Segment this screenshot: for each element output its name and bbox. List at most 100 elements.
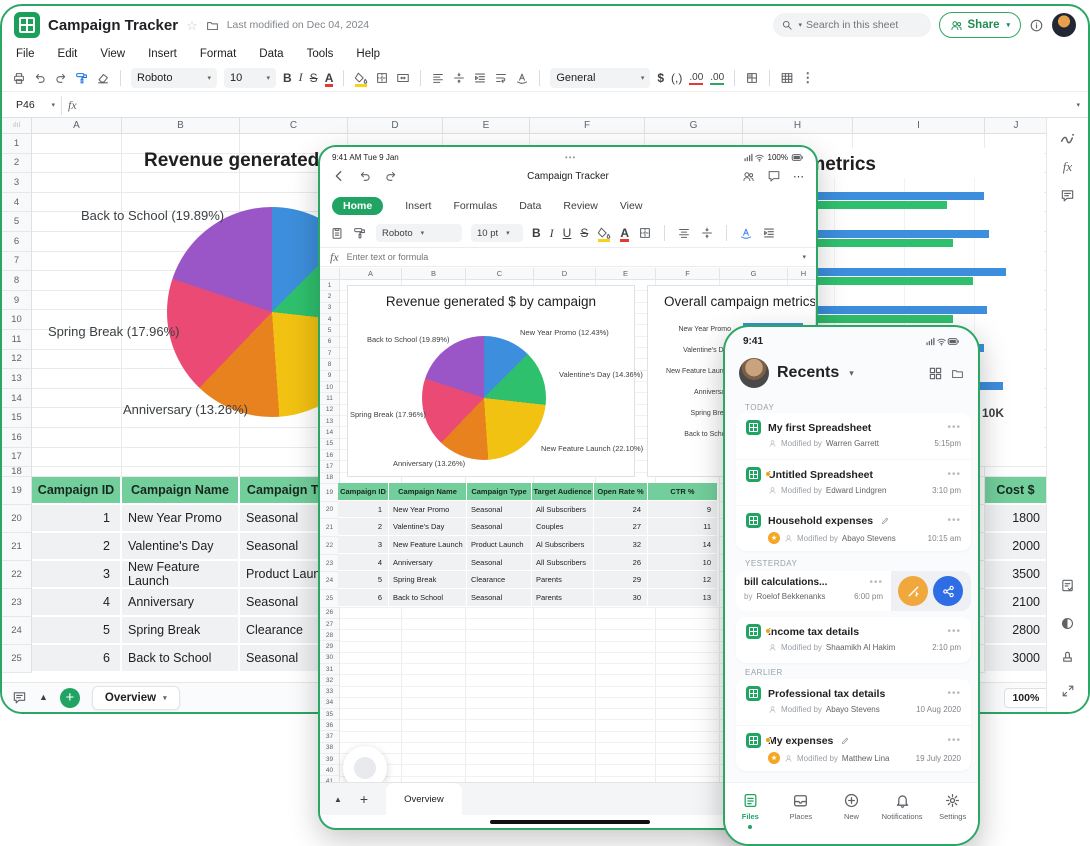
cell[interactable]: Al Subscribers — [532, 536, 594, 554]
row-header-23[interactable]: 23 — [320, 555, 339, 573]
cell[interactable]: New Feature Launch — [122, 561, 240, 589]
row-header-1[interactable]: 1 — [2, 134, 31, 154]
cost-column[interactable]: Cost $180020003500210028003000 — [985, 477, 1046, 673]
row-header-34[interactable]: 34 — [320, 698, 339, 709]
row-header-16[interactable]: 16 — [320, 450, 339, 461]
nav-new[interactable]: New — [828, 792, 874, 821]
row-header-14[interactable]: 14 — [2, 389, 31, 409]
row-header-18[interactable]: 18 — [2, 467, 31, 477]
row-header-6[interactable]: 6 — [2, 232, 31, 252]
font-select[interactable]: Roboto▾ — [376, 224, 462, 242]
cell[interactable]: Spring Break — [122, 617, 240, 645]
cell[interactable]: New Year Promo — [122, 505, 240, 533]
table-row[interactable]: 2000 — [985, 533, 1046, 561]
comma-style[interactable]: (,) — [671, 71, 682, 85]
campaign-table[interactable]: Campaign IDCampaign NameCampaign TypeTar… — [338, 483, 718, 607]
cell-name-box[interactable]: P46 ▾ — [10, 96, 62, 115]
wrap-text-icon[interactable] — [494, 71, 508, 85]
undo-icon[interactable] — [33, 71, 47, 85]
cell[interactable]: Parents — [532, 571, 594, 589]
align-left-icon[interactable] — [431, 71, 445, 85]
star-icon[interactable]: ☆ — [186, 19, 198, 32]
nav-notifications[interactable]: Notifications — [879, 792, 925, 821]
table-row[interactable]: 3500 — [985, 561, 1046, 589]
cell[interactable]: 4 — [32, 589, 122, 617]
row-header-4[interactable]: 4 — [2, 193, 31, 213]
indent-icon[interactable] — [473, 71, 487, 85]
cell[interactable]: 32 — [594, 536, 648, 554]
row-header-12[interactable]: 12 — [2, 350, 31, 370]
cell[interactable]: Seasonal — [467, 501, 532, 519]
align-center-icon[interactable] — [677, 226, 691, 240]
cell[interactable]: Back to School — [122, 645, 240, 673]
cell[interactable]: 5 — [32, 617, 122, 645]
dollar[interactable]: $ — [657, 71, 664, 85]
sheet-list-icon[interactable]: ▲ — [334, 795, 342, 804]
row-header-13[interactable]: 13 — [320, 416, 339, 427]
table-row[interactable]: 1New Year PromoSeasonal — [32, 505, 348, 533]
nav-files[interactable]: Files — [727, 792, 773, 829]
cell[interactable]: Couples — [532, 518, 594, 536]
column-header-F[interactable]: F — [530, 118, 645, 133]
cell[interactable]: New Year Promo — [389, 501, 467, 519]
row-header-1[interactable]: 1 — [320, 280, 339, 291]
contrast-icon[interactable] — [1047, 616, 1088, 631]
decimal-increase[interactable]: .00 — [710, 72, 724, 83]
cell[interactable]: 2800 — [985, 617, 1046, 645]
cell[interactable]: 1 — [32, 505, 122, 533]
row-header-3[interactable]: 3 — [2, 173, 31, 193]
table-view-icon[interactable] — [780, 71, 794, 85]
chevron-down-icon[interactable]: ▾ — [849, 368, 854, 379]
share-action-button[interactable] — [933, 576, 963, 606]
more-horizontal-icon[interactable]: ••• — [947, 735, 961, 746]
conditional-format-icon[interactable] — [745, 71, 759, 85]
row-header-23[interactable]: 23 — [2, 589, 31, 617]
cell[interactable]: 2 — [338, 518, 389, 536]
row-header-27[interactable]: 27 — [320, 619, 339, 630]
table-row[interactable]: 2100 — [985, 589, 1046, 617]
tab-formulas[interactable]: Formulas — [453, 200, 497, 212]
clipboard-icon[interactable] — [330, 226, 344, 240]
column-header-E[interactable]: E — [443, 118, 530, 133]
row-header-2[interactable]: 2 — [320, 291, 339, 302]
font-color[interactable]: A — [620, 226, 629, 240]
row-header-9[interactable]: 9 — [2, 291, 31, 311]
home-indicator[interactable] — [490, 820, 650, 824]
column-header-B[interactable]: B — [122, 118, 240, 133]
table-row[interactable]: 5Spring BreakClearance — [32, 617, 348, 645]
row-header-24[interactable]: 24 — [320, 572, 339, 590]
user-avatar[interactable] — [739, 358, 769, 388]
row-header-7[interactable]: 7 — [320, 348, 339, 359]
tab-data[interactable]: Data — [519, 200, 541, 212]
more-horizontal-icon[interactable]: ••• — [947, 688, 961, 699]
row-header-8[interactable]: 8 — [320, 359, 339, 370]
menu-tools[interactable]: Tools — [307, 48, 334, 60]
unstar-action-button[interactable] — [898, 576, 928, 606]
cell[interactable]: Spring Break — [389, 571, 467, 589]
row-header-24[interactable]: 24 — [2, 617, 31, 645]
cell[interactable]: 6 — [338, 589, 389, 607]
sheet-list-icon[interactable]: ▲ — [39, 693, 48, 702]
column-header-E[interactable]: E — [596, 268, 656, 279]
bold[interactable]: B — [532, 226, 541, 240]
cell[interactable]: Valentine's Day — [122, 533, 240, 561]
menu-insert[interactable]: Insert — [148, 48, 177, 60]
tab-view[interactable]: View — [620, 200, 643, 212]
rotate-text-icon[interactable] — [515, 71, 529, 85]
cell[interactable]: 2 — [32, 533, 122, 561]
row-header-22[interactable]: 22 — [320, 537, 339, 555]
menu-edit[interactable]: Edit — [58, 48, 78, 60]
list-item[interactable]: My first Spreadsheet•••Modified byWarren… — [736, 413, 971, 459]
column-header-G[interactable]: G — [720, 268, 788, 279]
more-horizontal-icon[interactable]: ••• — [869, 577, 883, 588]
cell[interactable]: Valentine's Day — [389, 518, 467, 536]
table-row[interactable]: 2800 — [985, 617, 1046, 645]
column-header-H[interactable]: H — [788, 268, 818, 279]
column-header-D[interactable]: D — [348, 118, 443, 133]
row-header-21[interactable]: 21 — [320, 519, 339, 537]
table-row[interactable]: 4AnniversarySeasonal — [32, 589, 348, 617]
cell[interactable]: 12 — [648, 571, 718, 589]
row-header-16[interactable]: 16 — [2, 428, 31, 448]
cell[interactable]: 1800 — [985, 505, 1046, 533]
cell[interactable]: 2000 — [985, 533, 1046, 561]
